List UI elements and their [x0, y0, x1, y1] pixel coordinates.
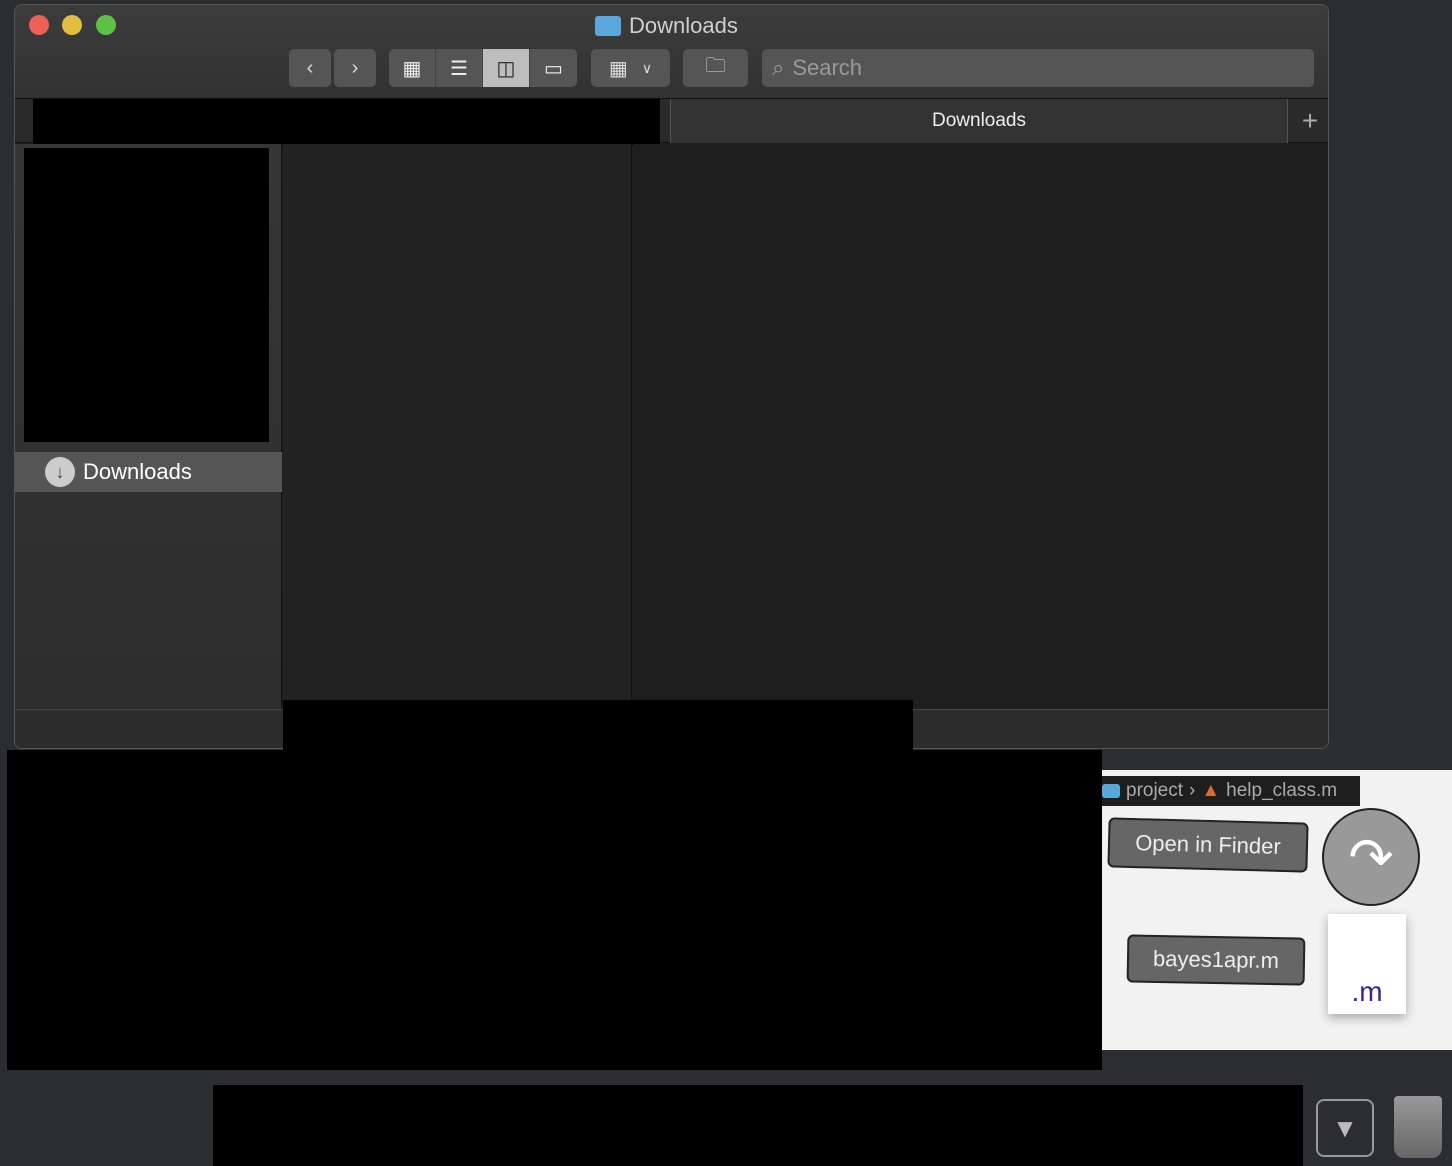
- open-in-finder-text: Open in Finder: [1134, 830, 1282, 859]
- close-button[interactable]: [29, 15, 49, 35]
- browser-column: [283, 144, 632, 700]
- download-icon: ↓: [45, 457, 75, 487]
- breadcrumb: project › ▲ help_class.m: [1102, 776, 1360, 806]
- new-folder-icon: 🗀: [705, 55, 726, 77]
- list-view-button[interactable]: ☰: [436, 49, 483, 87]
- triangle-down-icon: ▼: [1332, 1112, 1358, 1143]
- window-title: Downloads: [595, 13, 738, 39]
- new-folder-button[interactable]: 🗀: [683, 49, 748, 87]
- tab-label: Downloads: [932, 110, 1026, 131]
- dragged-file-icon[interactable]: .m: [1328, 914, 1406, 1014]
- new-tab-button[interactable]: +: [1290, 99, 1328, 143]
- sidebar: ↓ Downloads: [15, 144, 282, 748]
- folder-icon: [1102, 784, 1120, 798]
- back-button[interactable]: ‹: [289, 49, 331, 87]
- tab-downloads[interactable]: Downloads: [670, 99, 1288, 143]
- tab-bar: Downloads +: [15, 99, 1328, 145]
- plus-icon: +: [1301, 105, 1319, 136]
- breadcrumb-item[interactable]: project: [1126, 780, 1183, 802]
- file-ext: .m: [1351, 976, 1383, 1007]
- matlab-file-icon: ▲: [1201, 780, 1221, 801]
- breadcrumb-item[interactable]: help_class.m: [1226, 780, 1337, 802]
- dragged-file-name: bayes1apr.m: [1126, 934, 1306, 986]
- open-in-finder-label: Open in Finder: [1107, 817, 1309, 873]
- finder-window: Downloads ‹ › ▦ ☰ ◫ ▭ ▦ ∨ 🗀 ⌕ Search Down…: [14, 4, 1329, 749]
- browser-column: [633, 144, 1328, 709]
- sidebar-item-label: Downloads: [83, 459, 192, 484]
- chevron-right-icon: ›: [351, 56, 359, 79]
- title-bar: Downloads ‹ › ▦ ☰ ◫ ▭ ▦ ∨ 🗀 ⌕ Search: [15, 5, 1328, 99]
- chevron-left-icon: ‹: [306, 56, 314, 79]
- zoom-button[interactable]: [96, 15, 116, 35]
- title-text: Downloads: [629, 13, 738, 38]
- file-name-text: bayes1apr.m: [1152, 945, 1280, 974]
- search-icon: ⌕: [772, 55, 785, 80]
- redacted-region: [7, 750, 1102, 1070]
- redacted-region: [24, 148, 269, 442]
- group-by-icon: ▦: [608, 57, 628, 80]
- chevron-down-icon: ∨: [641, 59, 653, 76]
- gallery-view-button[interactable]: ▭: [530, 49, 577, 87]
- dock-downloads-stack[interactable]: ▼: [1316, 1099, 1374, 1157]
- forward-button[interactable]: ›: [334, 49, 376, 87]
- share-arrow-icon: ↷: [1322, 808, 1420, 906]
- search-placeholder: Search: [792, 55, 863, 80]
- trash-icon[interactable]: [1394, 1096, 1442, 1158]
- redacted-region: [283, 700, 913, 750]
- minimize-button[interactable]: [62, 15, 82, 35]
- chevron-right-icon: ›: [1189, 780, 1196, 801]
- downloads-folder-icon: [595, 16, 621, 36]
- search-field[interactable]: ⌕ Search: [762, 49, 1314, 87]
- view-switcher: ▦ ☰ ◫ ▭: [389, 49, 577, 87]
- column-view-button[interactable]: ◫: [483, 49, 530, 87]
- group-by-button[interactable]: ▦ ∨: [591, 49, 670, 87]
- sidebar-item-downloads[interactable]: ↓ Downloads: [15, 452, 282, 492]
- redacted-region: [33, 99, 660, 145]
- redacted-region: [213, 1085, 1303, 1166]
- icon-view-button[interactable]: ▦: [389, 49, 436, 87]
